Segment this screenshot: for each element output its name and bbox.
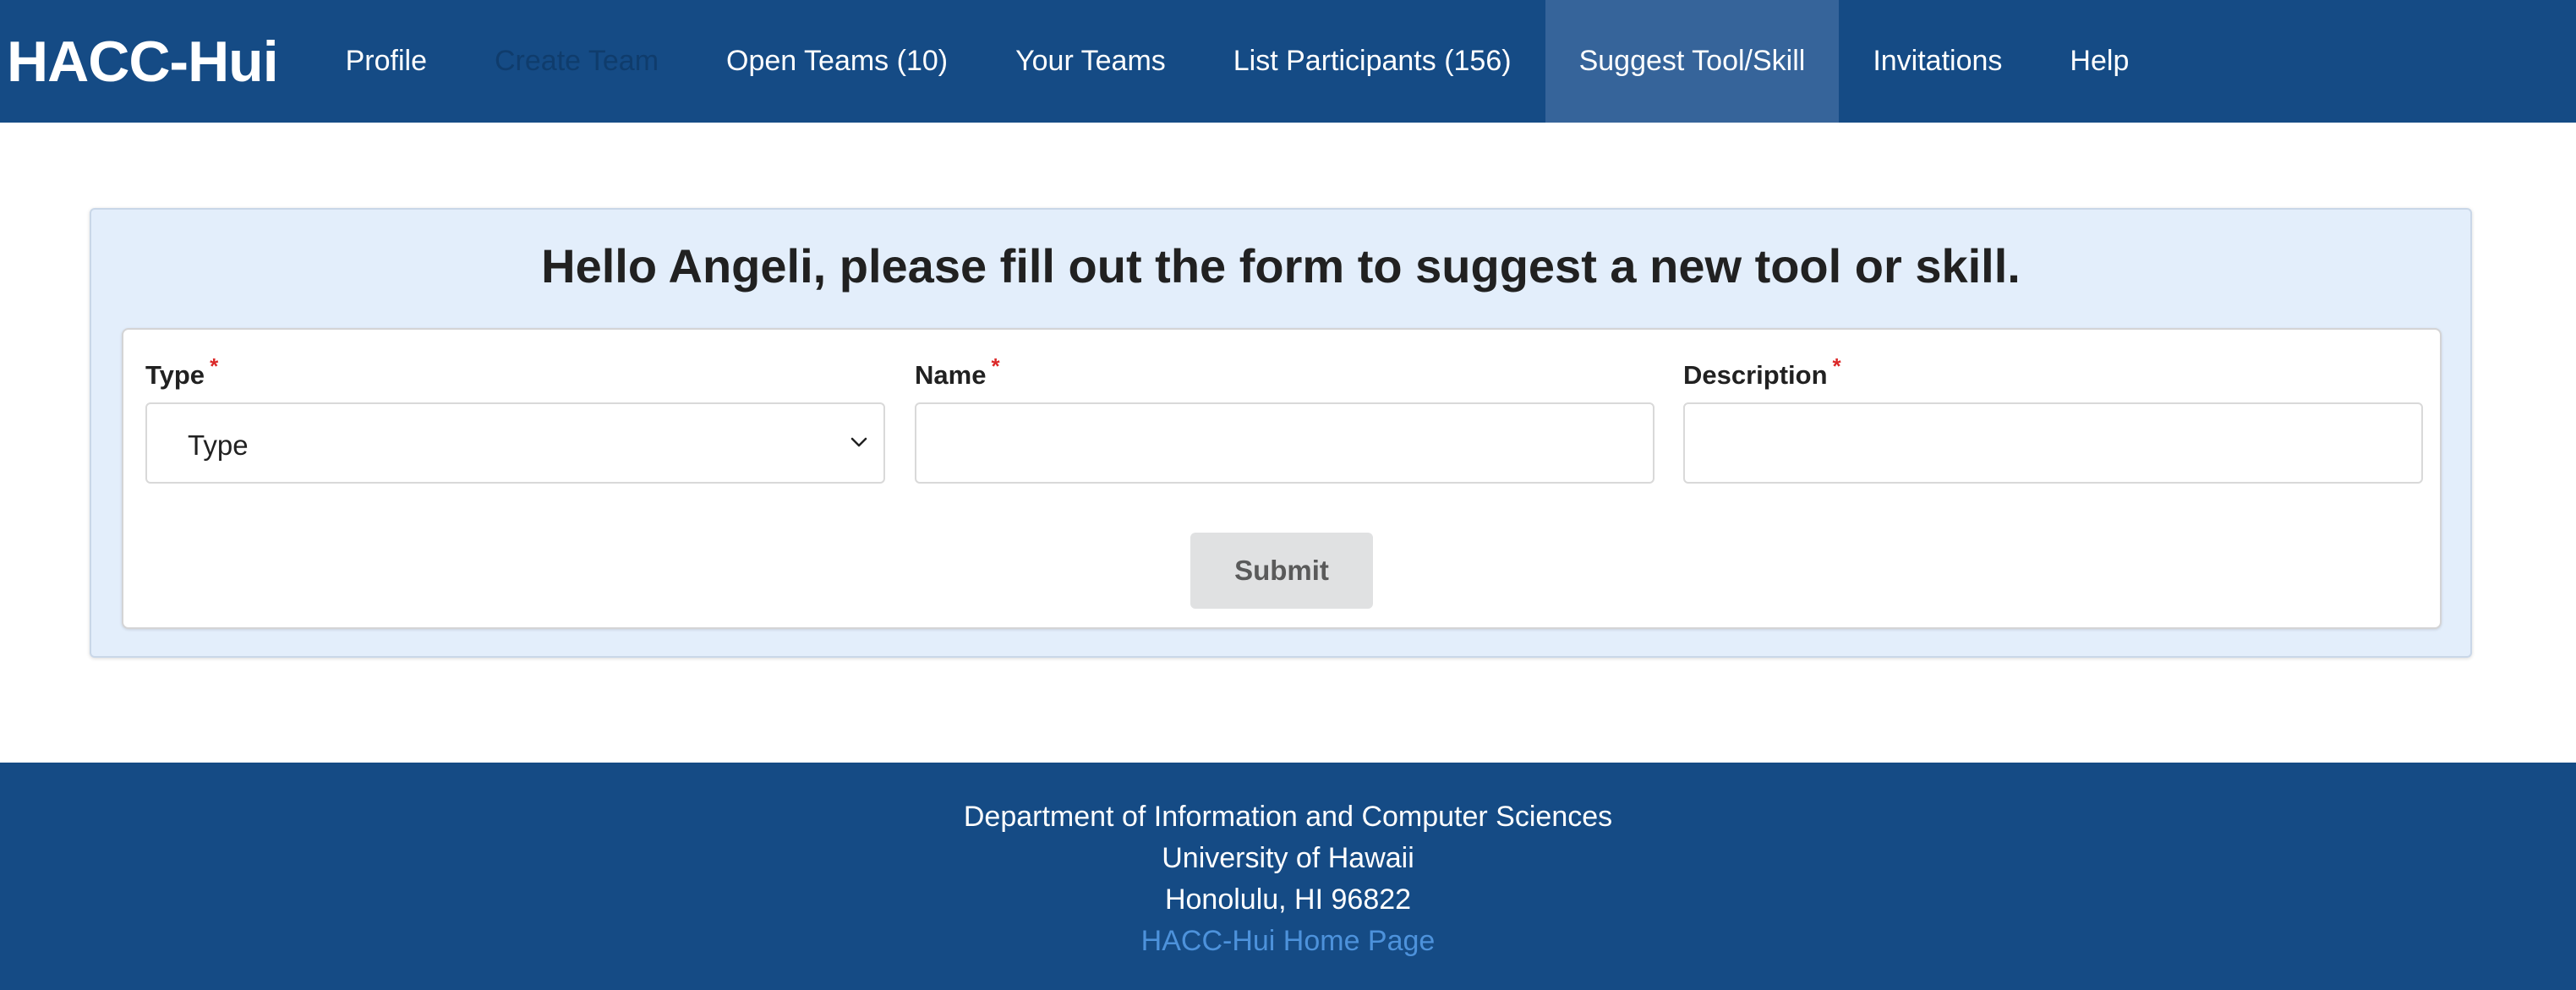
name-label: Name * — [915, 352, 1654, 394]
nav-item-help[interactable]: Help — [2036, 0, 2163, 123]
name-label-text: Name — [915, 360, 987, 390]
nav-item-create-team[interactable]: Create Team — [461, 0, 692, 123]
name-input[interactable] — [915, 402, 1654, 484]
description-field-group: Description * — [1683, 352, 2423, 484]
nav-item-list-participants[interactable]: List Participants (156) — [1200, 0, 1545, 123]
brand-logo[interactable]: HACC-Hui — [0, 0, 312, 123]
nav-item-invitations[interactable]: Invitations — [1839, 0, 2036, 123]
type-select[interactable]: Type — [145, 402, 885, 484]
suggest-panel: Hello Angeli, please fill out the form t… — [90, 208, 2472, 658]
type-required-marker: * — [210, 353, 219, 379]
description-label-text: Description — [1683, 360, 1828, 390]
submit-button[interactable]: Submit — [1190, 533, 1373, 609]
type-label-text: Type — [145, 360, 205, 390]
footer-department: Department of Information and Computer S… — [963, 801, 1613, 833]
description-label: Description * — [1683, 352, 2423, 394]
footer-address: Honolulu, HI 96822 — [1164, 883, 1412, 916]
nav-item-suggest-tool-skill[interactable]: Suggest Tool/Skill — [1545, 0, 1840, 123]
type-label: Type * — [145, 352, 885, 394]
description-required-marker: * — [1832, 353, 1841, 379]
top-navbar: HACC-Hui Profile Create Team Open Teams … — [0, 0, 2576, 123]
suggest-form: Type * Type Name * Description * Submit — [122, 328, 2442, 629]
name-field-group: Name * — [915, 352, 1654, 484]
nav-item-profile[interactable]: Profile — [312, 0, 461, 123]
description-input[interactable] — [1683, 402, 2423, 484]
type-field-group: Type * Type — [145, 352, 885, 484]
footer-university: University of Hawaii — [1162, 842, 1414, 874]
footer: Department of Information and Computer S… — [0, 763, 2576, 990]
name-required-marker: * — [991, 353, 1000, 379]
footer-home-link[interactable]: HACC-Hui Home Page — [0, 921, 2576, 962]
chevron-down-icon — [850, 437, 867, 447]
nav-item-open-teams[interactable]: Open Teams (10) — [692, 0, 982, 123]
type-select-value: Type — [188, 429, 249, 461]
nav-item-your-teams[interactable]: Your Teams — [982, 0, 1200, 123]
page-title: Hello Angeli, please fill out the form t… — [541, 239, 2021, 293]
